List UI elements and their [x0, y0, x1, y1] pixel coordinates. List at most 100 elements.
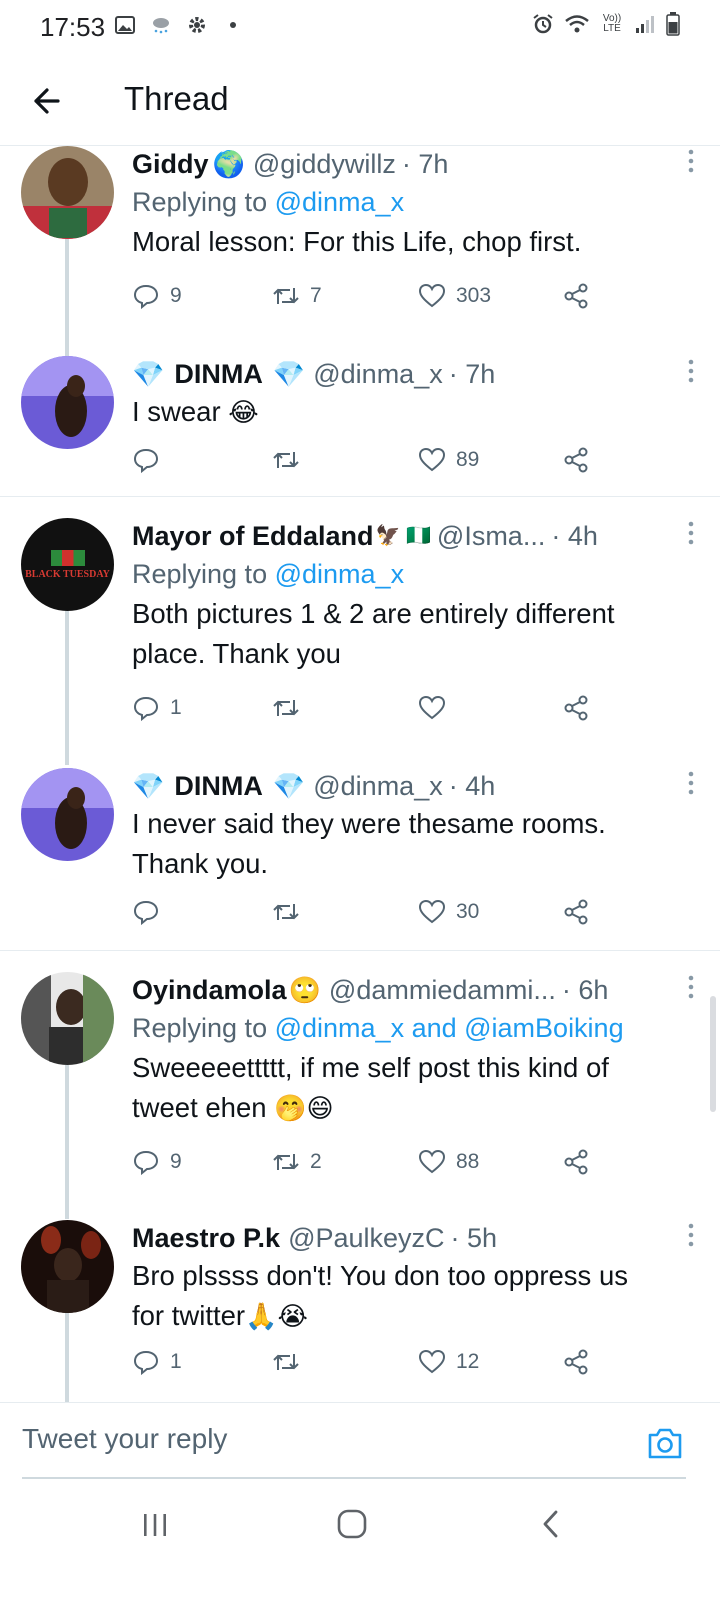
avatar[interactable] [21, 146, 114, 239]
recent-apps-icon[interactable] [140, 1512, 170, 1538]
share-button[interactable] [562, 1348, 590, 1376]
reply-button[interactable]: 1 [132, 1348, 182, 1376]
avatar[interactable] [21, 1220, 114, 1313]
more-options-icon[interactable] [686, 974, 696, 1000]
tweet-maestro[interactable]: Maestro P.k @PaulkeyzC · 5h Bro plssss d… [0, 1220, 720, 1402]
reply-button[interactable]: 1 [132, 694, 182, 722]
reply-icon [133, 696, 159, 722]
replying-to-prefix: Replying to [132, 559, 268, 589]
reply-icon [133, 448, 159, 474]
replying-to: Replying to @dinma_x [132, 182, 696, 222]
back-arrow-icon[interactable] [28, 80, 70, 122]
more-options-icon[interactable] [686, 1222, 696, 1248]
mention-link[interactable]: @dinma_x [275, 559, 404, 589]
reply-button[interactable]: 9 [132, 1148, 182, 1176]
share-button[interactable] [562, 898, 590, 926]
author-name[interactable]: DINMA [174, 356, 263, 392]
mention-link[interactable]: @dinma_x and @iamBoiking [275, 1013, 624, 1043]
more-options-icon[interactable] [686, 770, 696, 796]
share-button[interactable] [562, 1148, 590, 1176]
name-emoji: 💎 [272, 359, 306, 389]
like-button[interactable]: 30 [418, 898, 479, 926]
diamond-emoji: 💎 [132, 359, 165, 389]
more-options-icon[interactable] [686, 148, 696, 174]
more-options-icon[interactable] [686, 520, 696, 546]
retweet-button[interactable] [272, 694, 310, 722]
dot-icon [230, 22, 236, 28]
author-name[interactable]: DINMA [174, 768, 263, 804]
author-handle[interactable]: @PaulkeyzC [288, 1220, 444, 1256]
author-name[interactable]: Mayor of Eddaland [132, 518, 374, 554]
author-handle[interactable]: @Isma... [437, 518, 545, 554]
author-name[interactable]: Oyindamola [132, 972, 287, 1008]
thread-divider [0, 496, 720, 497]
tweet-oyindamola[interactable]: Oyindamola 🙄 @dammiedammi... · 6h Replyi… [0, 972, 720, 1219]
tweet-mayor[interactable]: BLACK TUESDAY Mayor of Eddaland 🦅 🇳🇬 @Is… [0, 518, 720, 765]
tweet-feed[interactable]: Giddy 🌍 @giddywillz · 7h Replying to @di… [0, 146, 720, 1402]
name-emoji: 🙄 [288, 975, 321, 1005]
signal-icon [636, 16, 654, 33]
mention-link[interactable]: @dinma_x [275, 187, 404, 217]
author-handle[interactable]: @dinma_x [313, 356, 442, 392]
tweet-dinma-2[interactable]: 💎 DINMA 💎 @dinma_x · 4h I never said the… [0, 768, 720, 948]
reply-button[interactable] [132, 898, 170, 926]
replying-to-prefix: Replying to [132, 187, 268, 217]
retweet-button[interactable] [272, 1348, 310, 1376]
reply-count: 1 [170, 1350, 182, 1373]
tweet-dinma-1[interactable]: 💎 DINMA 💎 @dinma_x · 7h I swear 😂 89 [0, 356, 720, 496]
replying-to: Replying to @dinma_x [132, 554, 696, 594]
retweet-icon [273, 452, 299, 468]
reply-input[interactable]: Tweet your reply [22, 1423, 227, 1455]
tweet-giddy[interactable]: Giddy 🌍 @giddywillz · 7h Replying to @di… [0, 146, 720, 356]
like-button[interactable]: 12 [418, 1348, 479, 1376]
like-button[interactable]: 89 [418, 446, 479, 474]
avatar[interactable] [21, 972, 114, 1065]
heart-icon [418, 1349, 446, 1374]
like-count: 12 [456, 1350, 480, 1373]
reply-composer[interactable]: Tweet your reply [0, 1402, 720, 1480]
camera-icon[interactable] [646, 1425, 684, 1461]
battery-icon [666, 12, 680, 36]
heart-icon [418, 447, 446, 472]
share-button[interactable] [562, 694, 590, 722]
heart-icon [418, 899, 446, 924]
author-handle[interactable]: @dinma_x [313, 768, 442, 804]
tweet-time: · 6h [561, 975, 609, 1005]
system-nav-bar [0, 1484, 720, 1600]
reply-button[interactable] [132, 446, 170, 474]
avatar[interactable] [21, 768, 114, 861]
share-button[interactable] [562, 446, 590, 474]
tweet-text-line-2: Thank you. [132, 848, 269, 879]
diamond-emoji: 💎 [132, 771, 165, 801]
reply-count: 9 [170, 284, 182, 307]
reply-button[interactable]: 9 [132, 282, 182, 310]
home-icon[interactable] [336, 1508, 368, 1540]
retweet-button[interactable]: 7 [272, 282, 322, 310]
scrollbar[interactable] [710, 996, 716, 1112]
thread-connector [65, 238, 69, 356]
author-handle[interactable]: @giddywillz [253, 146, 396, 182]
like-button[interactable] [418, 694, 456, 722]
tweet-text-line-2: place. Thank you [132, 638, 341, 669]
share-icon [564, 283, 588, 309]
system-back-icon[interactable] [538, 1508, 564, 1540]
avatar[interactable] [21, 356, 114, 449]
like-button[interactable]: 303 [418, 282, 491, 310]
tweet-text: Moral lesson: For this Life, chop first. [132, 226, 582, 257]
retweet-button[interactable] [272, 898, 310, 926]
author-handle[interactable]: @dammiedammi... [329, 972, 556, 1008]
retweet-button[interactable] [272, 446, 310, 474]
share-icon [564, 695, 588, 721]
tweet-text-line-2: for twitter🙏😭 [132, 1296, 696, 1336]
replying-to-prefix: Replying to [132, 1013, 268, 1043]
retweet-button[interactable]: 2 [272, 1148, 322, 1176]
weather-icon [153, 18, 169, 34]
like-button[interactable]: 88 [418, 1148, 479, 1176]
share-button[interactable] [562, 282, 590, 310]
more-options-icon[interactable] [686, 358, 696, 384]
author-name[interactable]: Giddy [132, 146, 209, 182]
avatar[interactable]: BLACK TUESDAY [21, 518, 114, 611]
author-name[interactable]: Maestro P.k [132, 1220, 280, 1256]
status-time: 17:53 [40, 12, 106, 42]
status-right-icons: Vo)) LTE [532, 12, 680, 36]
